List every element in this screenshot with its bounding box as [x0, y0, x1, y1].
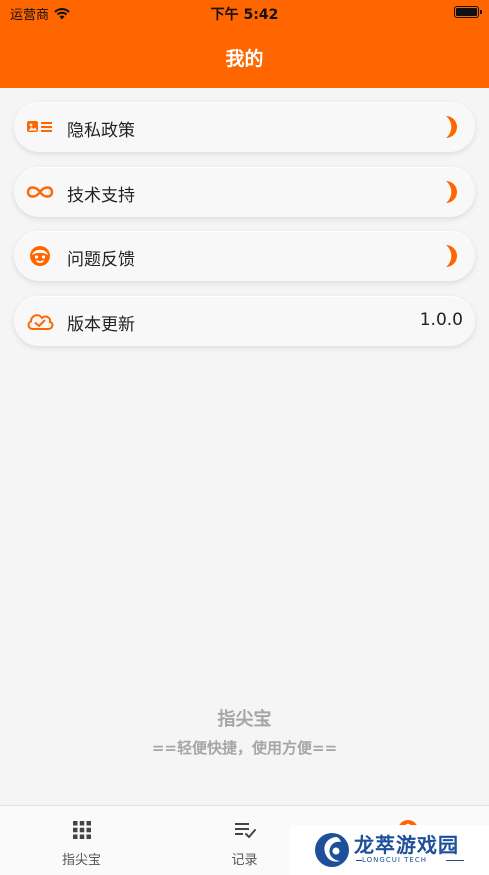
cloud-check-icon — [26, 309, 54, 333]
list-check-icon — [234, 823, 256, 838]
menu-item-label: 版本更新 — [67, 314, 135, 335]
menu-item-label: 问题反馈 — [67, 250, 135, 270]
chevron-right-icon — [446, 116, 457, 138]
menu-item-label: 隐私政策 — [67, 121, 135, 141]
header: 运营商 下午 5:42 我的 — [0, 0, 489, 88]
grid-icon — [72, 821, 91, 839]
screen: 运营商 下午 5:42 我的 隐私政策 技术支持 问题反馈 版本更新 1.0.0… — [0, 0, 489, 875]
watermark-text: 龙萃游戏园 — [354, 833, 459, 857]
chevron-right-icon — [446, 180, 457, 203]
infinity-icon — [26, 180, 54, 204]
tab-label: 指尖宝 — [61, 853, 101, 868]
menu-item-version-update[interactable]: 版本更新 1.0.0 — [14, 295, 475, 346]
version-value: 1.0.0 — [419, 309, 463, 330]
menu-item-privacy-policy[interactable]: 隐私政策 — [14, 102, 475, 152]
watermark-logo-icon — [315, 833, 349, 867]
tab-home[interactable]: 指尖宝 — [0, 806, 163, 875]
footer-app-name: 指尖宝 — [217, 709, 272, 730]
face-icon — [26, 244, 54, 268]
menu-item-tech-support[interactable]: 技术支持 — [14, 166, 475, 217]
id-card-icon — [26, 115, 54, 139]
status-time: 下午 5:42 — [210, 7, 279, 23]
page-title: 我的 — [225, 48, 264, 70]
watermark-divider — [446, 860, 464, 861]
footer-slogan: ==轻便快捷，使用方便== — [151, 739, 338, 757]
battery-icon — [454, 6, 482, 18]
menu-item-feedback[interactable]: 问题反馈 — [14, 231, 475, 281]
watermark-subtext: LONGCUI TECH — [362, 856, 427, 864]
menu-item-label: 技术支持 — [67, 185, 135, 206]
status-bar: 运营商 下午 5:42 — [0, 0, 489, 26]
watermark: 龙萃游戏园 LONGCUI TECH — [290, 825, 489, 875]
settings-menu: 隐私政策 技术支持 问题反馈 版本更新 1.0.0 — [14, 102, 475, 360]
chevron-right-icon — [446, 245, 457, 267]
